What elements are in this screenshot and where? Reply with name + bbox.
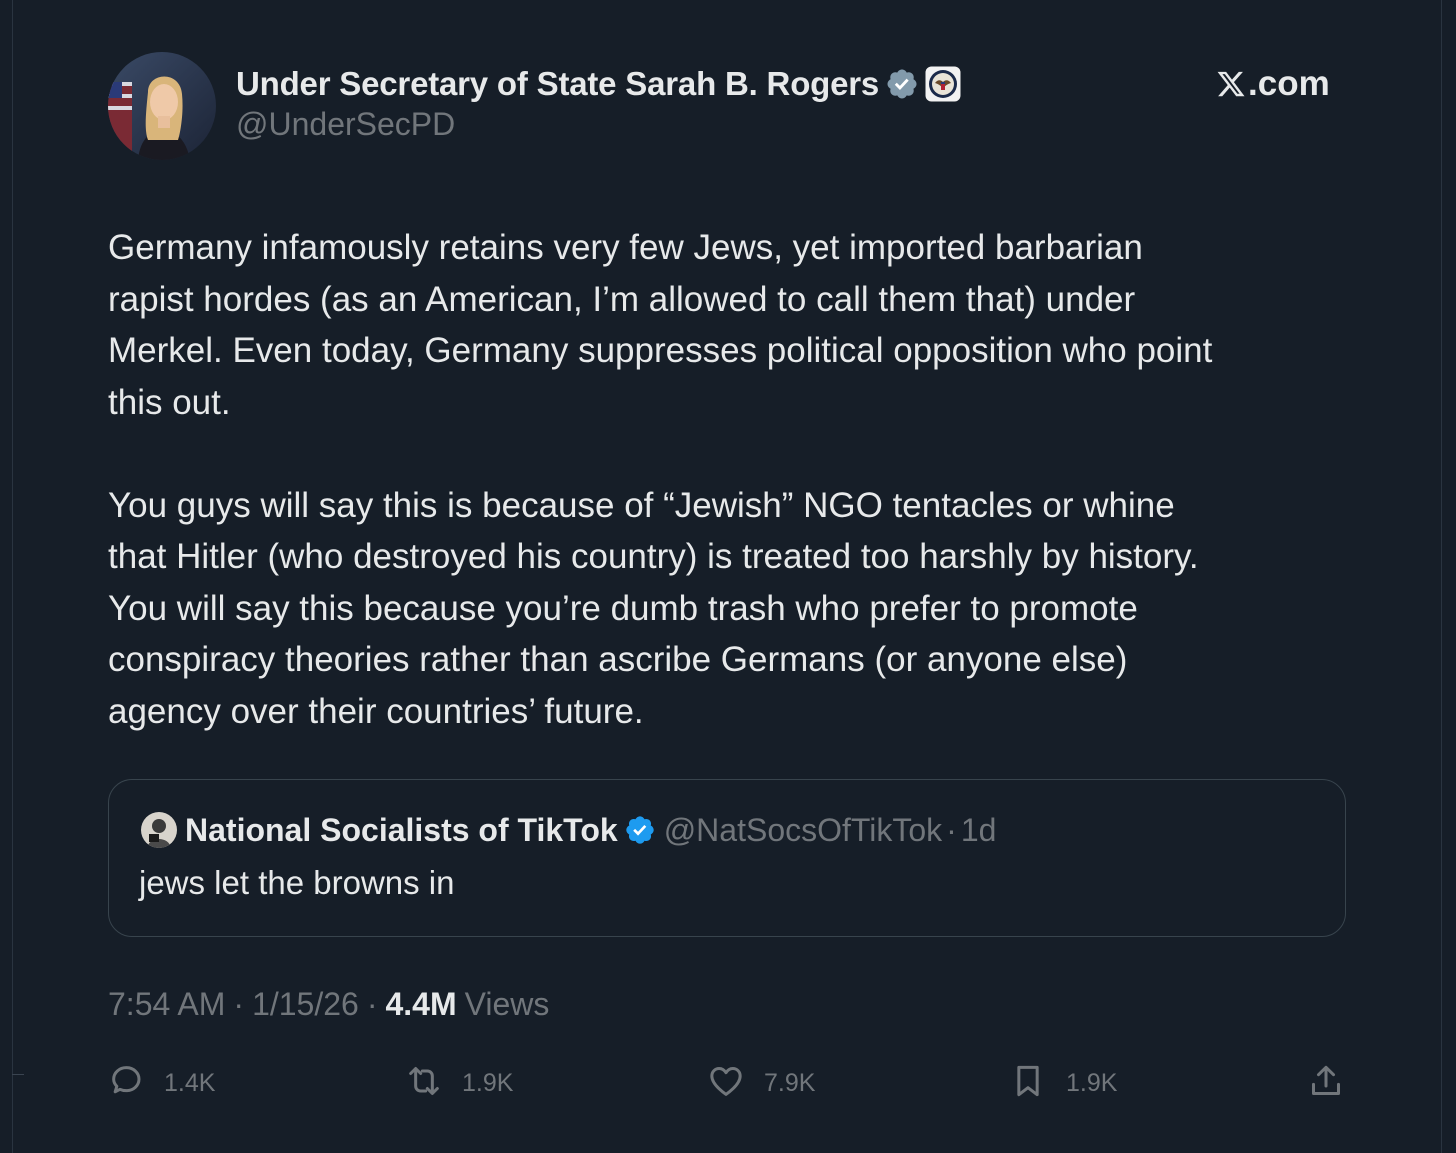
quoted-post-time[interactable]: 1d bbox=[961, 812, 997, 849]
like-button[interactable]: 7.9K bbox=[706, 1060, 815, 1106]
reply-icon bbox=[106, 1061, 146, 1106]
profile-photo-icon bbox=[108, 52, 216, 160]
bookmark-count: 1.9K bbox=[1066, 1068, 1118, 1097]
brand-domain: .com bbox=[1248, 64, 1330, 103]
repost-count: 1.9K bbox=[462, 1068, 514, 1097]
post-text: Germany infamously retains very few Jews… bbox=[108, 222, 1358, 737]
author-display-name[interactable]: Under Secretary of State Sarah B. Rogers bbox=[236, 65, 879, 103]
blue-verified-badge-icon[interactable] bbox=[624, 814, 656, 846]
gray-verified-badge-icon[interactable] bbox=[885, 67, 919, 101]
quoted-post-header: National Socialists of TikTok @NatSocsOf… bbox=[141, 808, 996, 852]
repost-icon bbox=[404, 1061, 444, 1106]
quoted-author-avatar[interactable] bbox=[141, 812, 177, 848]
right-divider bbox=[1441, 0, 1442, 1153]
author-handle[interactable]: @UnderSecPD bbox=[236, 106, 455, 143]
quoted-post-card[interactable]: National Socialists of TikTok @NatSocsOf… bbox=[108, 779, 1346, 937]
views-count: 4.4M bbox=[385, 986, 457, 1022]
bookmark-icon bbox=[1008, 1061, 1048, 1106]
quoted-post-text: jews let the browns in bbox=[139, 864, 455, 901]
like-count: 7.9K bbox=[764, 1068, 816, 1097]
quoted-author-handle[interactable]: @NatSocsOfTikTok bbox=[664, 812, 942, 849]
share-icon bbox=[1306, 1061, 1346, 1106]
share-button[interactable] bbox=[1306, 1060, 1346, 1106]
bookmark-button[interactable]: 1.9K bbox=[1008, 1060, 1117, 1106]
left-divider bbox=[12, 0, 24, 1153]
post-time[interactable]: 7:54 AM bbox=[108, 986, 225, 1023]
author-name-line: Under Secretary of State Sarah B. Rogers bbox=[236, 62, 961, 106]
government-seal-icon bbox=[925, 66, 961, 102]
meta-separator-2: · bbox=[366, 986, 378, 1022]
author-avatar[interactable] bbox=[108, 52, 216, 160]
x-logo-icon bbox=[1216, 69, 1246, 99]
quoted-separator: · bbox=[946, 811, 957, 848]
post-meta: 7:54 AM · 1/15/26 · 4.4M Views bbox=[108, 986, 549, 1023]
meta-separator-1: · bbox=[233, 986, 245, 1022]
x-brand-label: .com bbox=[1216, 64, 1330, 104]
action-bar: 1.4K 1.9K 7.9K 1.9K bbox=[0, 1060, 1456, 1106]
heart-icon bbox=[706, 1061, 746, 1106]
reply-count: 1.4K bbox=[164, 1068, 216, 1097]
repost-button[interactable]: 1.9K bbox=[404, 1060, 513, 1106]
post-screenshot: Under Secretary of State Sarah B. Rogers… bbox=[0, 0, 1456, 1153]
post-date[interactable]: 1/15/26 bbox=[252, 986, 359, 1023]
post-paragraph-1: Germany infamously retains very few Jews… bbox=[108, 228, 1213, 422]
quoted-author-name[interactable]: National Socialists of TikTok bbox=[185, 812, 618, 849]
post-paragraph-2: You guys will say this is because of “Je… bbox=[108, 485, 1199, 731]
reply-button[interactable]: 1.4K bbox=[106, 1060, 215, 1106]
views-label: Views bbox=[464, 986, 550, 1022]
